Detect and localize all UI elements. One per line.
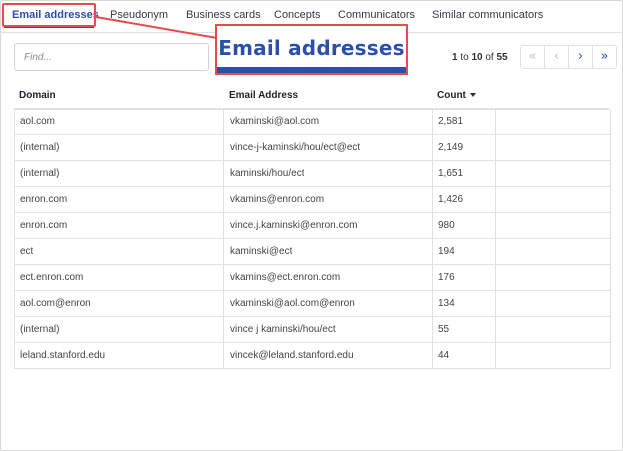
cell-count: 2,149: [438, 142, 464, 153]
cell-email-address: vkaminski@aol.com@enron: [230, 298, 355, 309]
active-tab-indicator: [4, 26, 94, 28]
column-divider: [223, 239, 224, 264]
column-divider: [223, 265, 224, 290]
table-row[interactable]: (internal) vince-j-kaminski/hou/ect@ect 2,…: [15, 135, 610, 161]
chevron-left-icon: ‹: [553, 49, 560, 64]
table-row[interactable]: (internal) vince j kaminski/hou/ect 55: [15, 317, 610, 343]
table-body: aol.com vkaminski@aol.com 2,581 (internal) v…: [14, 109, 611, 369]
column-divider: [495, 239, 496, 264]
previous-page-button[interactable]: ‹: [544, 46, 568, 68]
column-divider: [432, 109, 433, 134]
cell-domain: ect: [20, 246, 34, 257]
column-divider: [432, 317, 433, 342]
column-divider: [495, 187, 496, 212]
column-divider: [432, 291, 433, 316]
column-divider: [432, 135, 433, 160]
column-divider: [495, 291, 496, 316]
sort-descending-icon: [469, 93, 476, 98]
cell-email-address: vkamins@ect.enron.com: [230, 272, 341, 283]
callout-box: Email addresses: [215, 24, 408, 75]
column-divider: [223, 213, 224, 238]
cell-email-address: vkaminski@aol.com: [230, 116, 320, 127]
column-divider: [223, 135, 224, 160]
tab-similar-communicators[interactable]: Similar communicators: [432, 0, 543, 31]
column-divider: [223, 343, 224, 368]
column-divider: [495, 265, 496, 290]
table-row[interactable]: ect.enron.com vkamins@ect.enron.com 176: [15, 265, 610, 291]
cell-count: 1,426: [438, 194, 464, 205]
tab-pseudonym[interactable]: Pseudonym: [110, 0, 168, 31]
table-row[interactable]: aol.com@enron vkaminski@aol.com@enron 134: [15, 291, 610, 317]
table-row[interactable]: enron.com vince.j.kaminski@enron.com 980: [15, 213, 610, 239]
column-divider: [223, 187, 224, 212]
page-of-label: of: [485, 52, 494, 63]
column-divider: [495, 109, 496, 134]
cell-email-address: kaminski@ect: [230, 246, 293, 257]
find-input[interactable]: [14, 43, 209, 71]
pagination-summary: 1 to 10 of 55: [452, 52, 508, 63]
column-header-domain[interactable]: Domain: [19, 90, 56, 101]
column-header-count[interactable]: Count: [437, 90, 476, 101]
table-row[interactable]: leland.stanford.edu vincek@leland.stanfor…: [15, 343, 610, 369]
column-divider: [495, 213, 496, 238]
cell-email-address: vince.j.kaminski@enron.com: [230, 220, 358, 231]
column-header-count-label: Count: [437, 90, 466, 101]
table-row[interactable]: enron.com vkamins@enron.com 1,426: [15, 187, 610, 213]
column-header-email-address[interactable]: Email Address: [229, 90, 298, 101]
double-chevron-left-icon: «: [528, 49, 537, 64]
column-divider: [495, 317, 496, 342]
cell-count: 44: [438, 350, 450, 361]
pagination-controls: « ‹ › »: [520, 45, 617, 69]
last-page-button[interactable]: »: [592, 46, 616, 68]
cell-email-address: vincek@leland.stanford.edu: [230, 350, 354, 361]
cell-count: 1,651: [438, 168, 464, 179]
cell-domain: enron.com: [20, 194, 68, 205]
double-chevron-right-icon: »: [600, 49, 609, 64]
cell-count: 134: [438, 298, 455, 309]
cell-email-address: kaminski/hou/ect: [230, 168, 305, 179]
cell-count: 176: [438, 272, 455, 283]
column-divider: [495, 343, 496, 368]
column-divider: [223, 161, 224, 186]
cell-count: 55: [438, 324, 450, 335]
column-divider: [223, 109, 224, 134]
column-divider: [432, 213, 433, 238]
column-divider: [432, 187, 433, 212]
cell-domain: enron.com: [20, 220, 68, 231]
column-divider: [432, 161, 433, 186]
page-to-label: to: [460, 52, 469, 63]
page-start: 1: [452, 52, 458, 63]
page-end: 10: [471, 52, 483, 63]
cell-domain: leland.stanford.edu: [20, 350, 106, 361]
cell-count: 2,581: [438, 116, 464, 127]
column-divider: [495, 135, 496, 160]
column-divider: [223, 317, 224, 342]
callout-underline: [217, 67, 406, 73]
cell-email-address: vince j kaminski/hou/ect: [230, 324, 336, 335]
chevron-right-icon: ›: [577, 49, 584, 64]
cell-domain: aol.com: [20, 116, 56, 127]
cell-email-address: vince-j-kaminski/hou/ect@ect: [230, 142, 361, 153]
column-divider: [432, 265, 433, 290]
table-row[interactable]: (internal) kaminski/hou/ect 1,651: [15, 161, 610, 187]
next-page-button[interactable]: ›: [568, 46, 592, 68]
cell-domain: (internal): [20, 324, 60, 335]
page-total: 55: [496, 52, 508, 63]
cell-domain: ect.enron.com: [20, 272, 84, 283]
table-row[interactable]: ect kaminski@ect 194: [15, 239, 610, 265]
cell-count: 980: [438, 220, 455, 231]
callout-label: Email addresses: [218, 36, 405, 60]
first-page-button[interactable]: «: [521, 46, 544, 68]
table-row[interactable]: aol.com vkaminski@aol.com 2,581: [15, 109, 610, 135]
column-divider: [432, 239, 433, 264]
cell-count: 194: [438, 246, 455, 257]
column-divider: [495, 161, 496, 186]
cell-domain: aol.com@enron: [20, 298, 91, 309]
cell-domain: (internal): [20, 142, 60, 153]
cell-email-address: vkamins@enron.com: [230, 194, 325, 205]
column-divider: [223, 291, 224, 316]
column-divider: [432, 343, 433, 368]
cell-domain: (internal): [20, 168, 60, 179]
table-header: Domain Email Address Count: [14, 84, 609, 110]
